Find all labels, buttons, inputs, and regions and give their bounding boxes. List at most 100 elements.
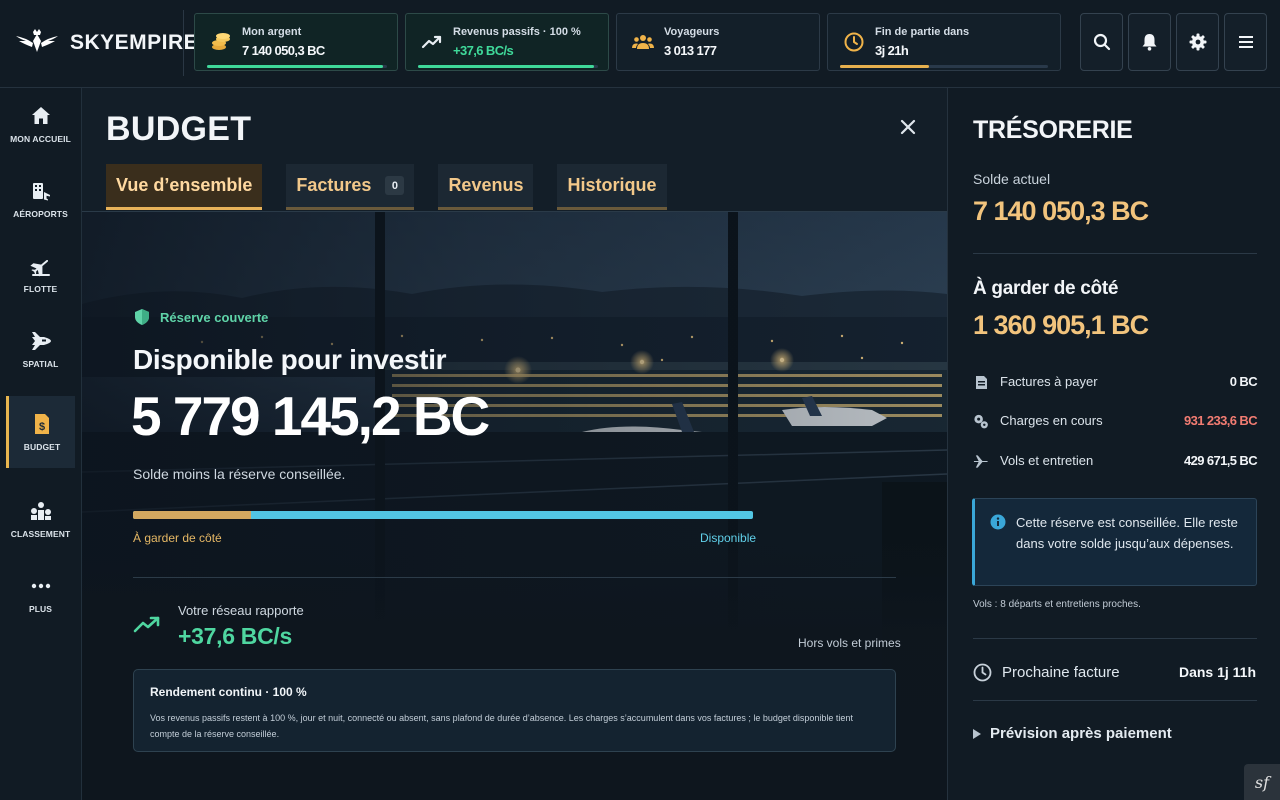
- debug-toolbar-badge[interactable]: sf: [1244, 764, 1280, 800]
- sidebar: MON ACCUEIL AÉROPORTS FLOTTE SPATIAL $ B…: [0, 88, 82, 800]
- brand-logo[interactable]: SKYEMPIRE: [14, 26, 198, 60]
- stat-money[interactable]: Mon argent 7 140 050,3 BC: [194, 13, 398, 71]
- info-icon: [990, 514, 1006, 535]
- gears-icon: [973, 413, 989, 429]
- stat-end-of-game-label: Fin de partie dans: [875, 26, 970, 38]
- sidebar-item-fleet[interactable]: FLOTTE: [6, 238, 75, 310]
- stat-passive-income-label: Revenus passifs · 100 %: [453, 26, 581, 38]
- budget-panel: BUDGET Vue d’ensemble Factures 0 Revenus …: [82, 88, 947, 800]
- forecast-toggle[interactable]: Prévision après paiement: [973, 725, 1172, 742]
- clock-icon: [973, 663, 992, 687]
- stat-end-of-game-progress: [840, 65, 1048, 68]
- sidebar-item-home-label: MON ACCUEIL: [10, 133, 71, 144]
- next-invoice-label: Prochaine facture: [1002, 664, 1120, 681]
- forecast-label: Prévision après paiement: [990, 725, 1172, 742]
- trending-up-icon: [133, 615, 161, 640]
- reserve-label: À garder de côté: [973, 278, 1119, 299]
- sidebar-item-ranking-label: CLASSEMENT: [10, 528, 71, 539]
- shield-check-icon: [135, 309, 149, 325]
- current-balance-value: 7 140 050,3 BC: [973, 196, 1149, 226]
- sidebar-item-airports[interactable]: AÉROPORTS: [6, 163, 75, 235]
- network-income-label: Votre réseau rapporte: [178, 603, 304, 618]
- next-invoice-value: Dans 1j 11h: [1178, 664, 1256, 680]
- search-icon: [1093, 33, 1110, 51]
- tab-revenues[interactable]: Revenus: [438, 164, 534, 210]
- sidebar-item-more-label: PLUS: [28, 603, 53, 614]
- menu-button[interactable]: [1224, 13, 1267, 71]
- close-icon: [900, 119, 916, 135]
- svg-text:$: $: [39, 421, 45, 433]
- continuous-yield-text: Vos revenus passifs restent à 100 %, jou…: [150, 713, 853, 739]
- stat-money-label: Mon argent: [242, 26, 302, 38]
- reserve-covered-label: Réserve couverte: [160, 309, 269, 325]
- stat-passive-income[interactable]: Revenus passifs · 100 % +37,6 BC/s: [405, 13, 609, 71]
- brand-name: SKYEMPIRE: [70, 31, 199, 54]
- treasury-row-invoices: Factures à payer 0 BC: [973, 372, 1258, 392]
- available-split-label: Disponible: [700, 531, 757, 545]
- tab-overview-label: Vue d’ensemble: [116, 175, 253, 195]
- close-button[interactable]: [897, 116, 919, 138]
- sidebar-item-space-label: SPATIAL: [22, 358, 59, 369]
- more-icon: [30, 575, 52, 597]
- charges-label: Charges en cours: [1000, 413, 1103, 428]
- header-divider: [183, 10, 184, 76]
- stat-end-of-game-progress-fill: [840, 65, 930, 68]
- treasury-divider-3: [973, 700, 1257, 701]
- reserve-split-label: À garder de côté: [133, 531, 222, 545]
- sidebar-item-fleet-label: FLOTTE: [23, 283, 58, 294]
- stat-money-value: 7 140 050,3 BC: [242, 43, 325, 58]
- reserve-value: 1 360 905,1 BC: [973, 310, 1149, 340]
- home-icon: [30, 105, 52, 127]
- coins-icon: [209, 30, 233, 54]
- sidebar-item-home[interactable]: MON ACCUEIL: [6, 88, 75, 160]
- budget-icon: $: [31, 413, 53, 435]
- notifications-button[interactable]: [1128, 13, 1171, 71]
- tab-invoices[interactable]: Factures 0: [286, 164, 415, 210]
- menu-icon: [1238, 36, 1253, 48]
- caret-right-icon: [973, 728, 981, 739]
- tab-history[interactable]: Historique: [557, 164, 667, 210]
- stat-passive-income-progress: [418, 65, 598, 68]
- shuttle-icon: [30, 330, 52, 352]
- settings-button[interactable]: [1176, 13, 1219, 71]
- sidebar-item-airports-label: AÉROPORTS: [13, 208, 68, 219]
- treasury-divider-2: [973, 638, 1257, 639]
- budget-hero: Réserve couverte Disponible pour investi…: [82, 212, 947, 800]
- search-button[interactable]: [1080, 13, 1123, 71]
- budget-tabs: Vue d’ensemble Factures 0 Revenus Histori…: [106, 164, 691, 210]
- sidebar-item-space[interactable]: SPATIAL: [6, 313, 75, 385]
- invoices-value: 0 BC: [1229, 374, 1258, 389]
- flights-label: Vols et entretien: [1000, 453, 1094, 468]
- stat-passive-income-value: +37,6 BC/s: [453, 43, 514, 58]
- reserve-notice-text: Cette réserve est conseillée. Elle reste…: [1016, 515, 1238, 551]
- clock-icon: [842, 30, 866, 54]
- podium-icon: [30, 500, 52, 522]
- page-title: BUDGET: [106, 110, 252, 148]
- invoices-label: Factures à payer: [1000, 374, 1098, 389]
- plane-icon: [29, 255, 52, 277]
- stat-travellers-value: 3 013 177: [664, 43, 717, 58]
- stat-money-progress-fill: [207, 65, 384, 68]
- users-icon: [631, 30, 655, 54]
- stat-end-of-game-value: 3j 21h: [875, 43, 909, 58]
- tab-overview[interactable]: Vue d’ensemble: [106, 164, 263, 210]
- treasury-row-charges: Charges en cours 931 233,6 BC: [973, 411, 1258, 431]
- flights-note: Vols : 8 départs et entretiens proches.: [973, 599, 1141, 610]
- continuous-yield-title: Rendement continu · 100 %: [150, 685, 307, 699]
- stat-travellers-label: Voyageurs: [664, 26, 720, 38]
- continuous-yield-card: Rendement continu · 100 % Vos revenus pa…: [133, 669, 896, 752]
- stat-travellers[interactable]: Voyageurs 3 013 177: [616, 13, 820, 71]
- reserve-notice: Cette réserve est conseillée. Elle reste…: [972, 498, 1257, 586]
- stat-end-of-game[interactable]: Fin de partie dans 3j 21h: [827, 13, 1061, 71]
- sidebar-item-ranking[interactable]: CLASSEMENT: [6, 483, 75, 555]
- invoice-icon: [973, 374, 989, 390]
- current-balance-label: Solde actuel: [973, 171, 1051, 187]
- stat-money-progress: [207, 65, 387, 68]
- available-title: Disponible pour investir: [133, 344, 447, 375]
- available-amount: 5 779 145,2 BC: [131, 385, 490, 447]
- treasury-panel: TRÉSORERIE Solde actuel 7 140 050,3 BC À…: [947, 88, 1280, 800]
- sidebar-item-budget[interactable]: $ BUDGET: [6, 396, 75, 468]
- network-income-note: Hors vols et primes: [798, 636, 901, 650]
- sidebar-item-more[interactable]: PLUS: [6, 558, 75, 630]
- reserve-split-fill: [133, 511, 251, 519]
